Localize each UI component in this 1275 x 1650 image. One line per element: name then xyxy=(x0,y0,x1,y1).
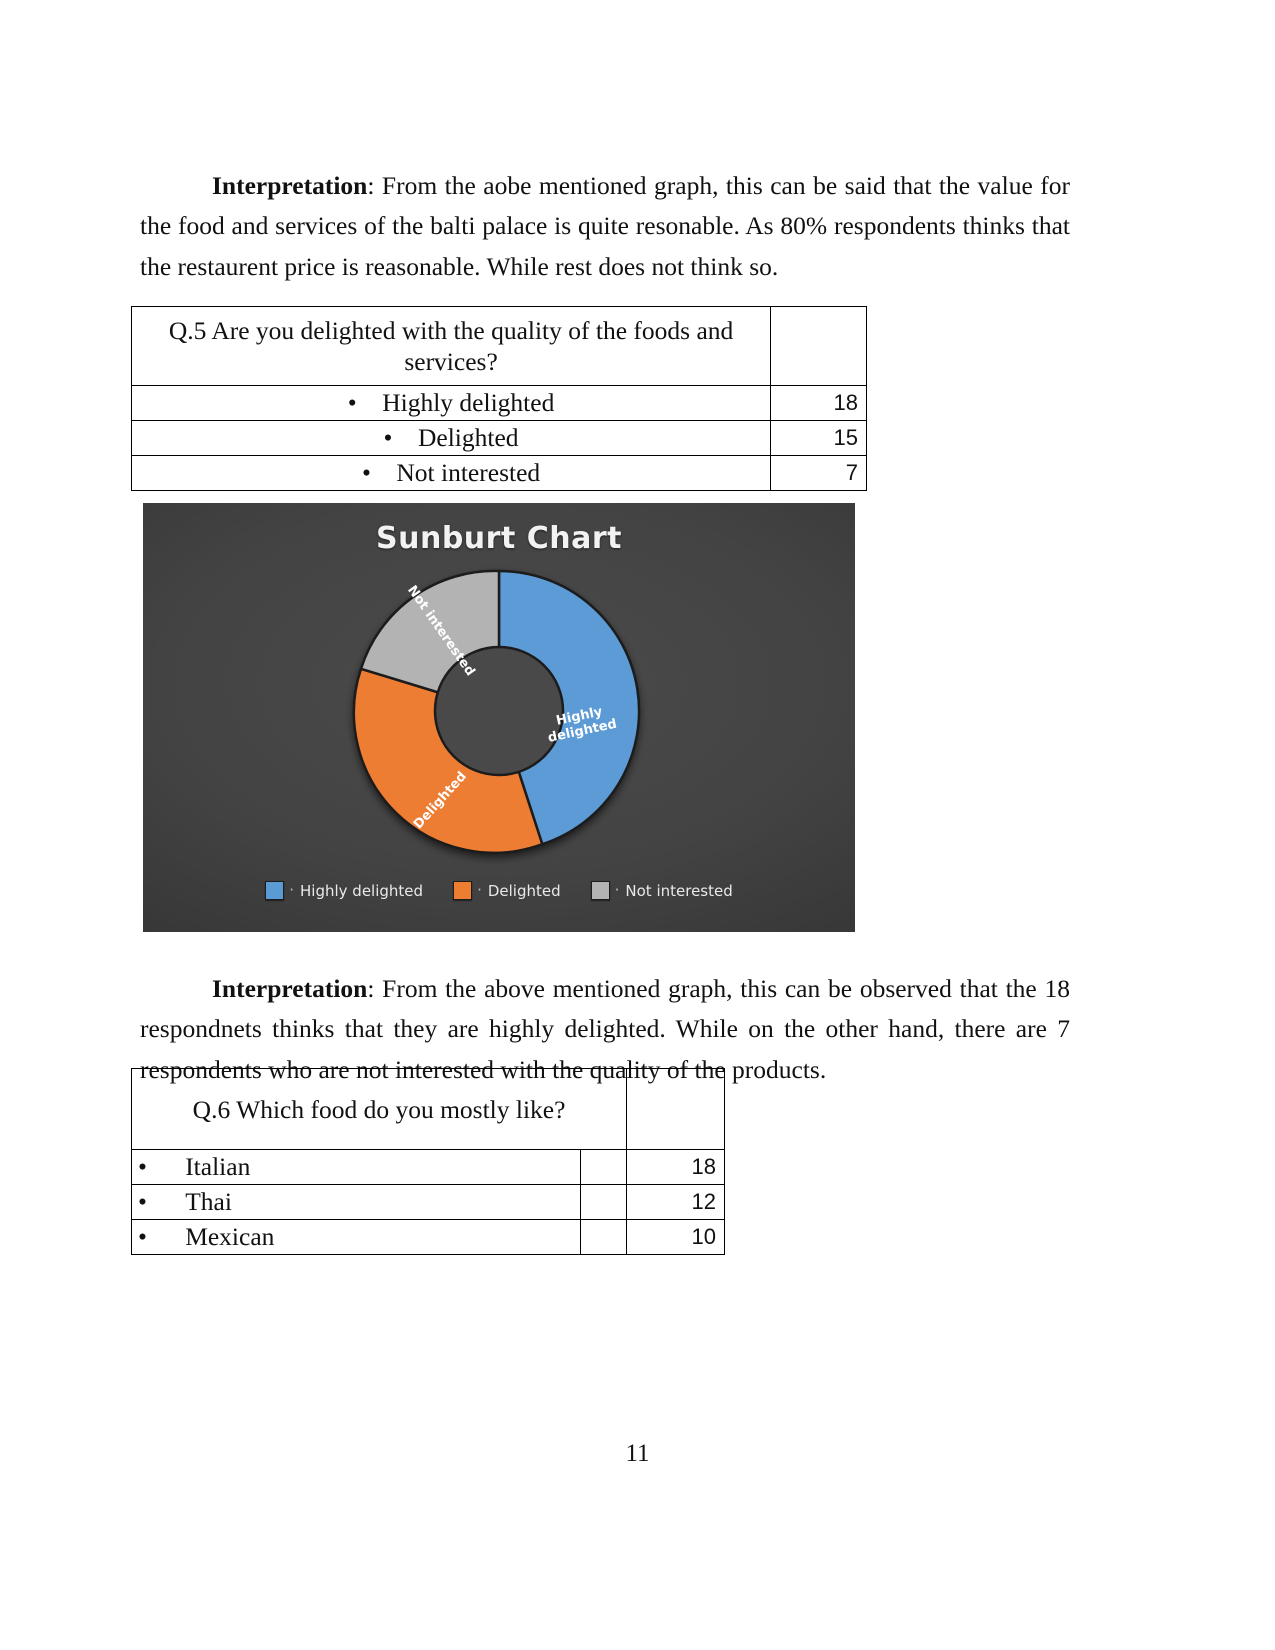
legend-marker-0: · xyxy=(289,881,295,899)
bullet-icon: • xyxy=(138,1187,147,1216)
q6-option-label-1: Thai xyxy=(185,1187,232,1216)
legend-marker-2: · xyxy=(614,881,620,899)
legend-swatch-icon-delighted xyxy=(453,881,473,900)
q5-option-label-2: Not interested xyxy=(396,458,541,487)
q6-option-cell-0: • Italian xyxy=(130,1149,582,1185)
legend-item-delighted[interactable]: · Delighted xyxy=(453,881,561,900)
legend-swatch-icon-not-interested xyxy=(590,881,610,900)
legend-swatch-icon-highly-delighted xyxy=(265,881,285,900)
table-row: • Not interested 7 xyxy=(130,455,867,491)
bullet-icon: • xyxy=(138,1222,147,1251)
donut-hole xyxy=(433,645,565,777)
legend-item-highly-delighted[interactable]: · Highly delighted xyxy=(265,881,423,900)
bullet-icon: • xyxy=(361,458,371,487)
q6-option-value-0: 18 xyxy=(626,1149,725,1185)
table-row-header: Q.5 Are you delighted with the quality o… xyxy=(130,306,867,386)
q6-header-value-cell xyxy=(626,1068,725,1150)
bullet-icon: • xyxy=(138,1152,147,1181)
q5-question-cell: Q.5 Are you delighted with the quality o… xyxy=(130,306,772,386)
table-row: • Highly delighted 18 xyxy=(130,385,867,421)
page-number: 11 xyxy=(625,1440,650,1467)
q6-option-cell-2: • Mexican xyxy=(130,1219,582,1255)
donut-chart: Highlydelighted Delighted Not interested xyxy=(343,555,655,867)
q6-option-value-1: 12 xyxy=(626,1184,725,1220)
sunburst-chart-figure: Sunburt Chart Highlydelighted Delighted … xyxy=(143,503,855,932)
q6-option-mid-1 xyxy=(580,1184,628,1220)
legend-marker-1: · xyxy=(477,881,482,899)
q6-question-cell: Q.6 Which food do you mostly like? xyxy=(130,1068,628,1150)
donut-chart-svg: Highlydelighted Delighted Not interested xyxy=(352,569,641,855)
q5-option-cell-1: • Delighted xyxy=(130,420,772,456)
interpretation-label-1: Interpretation xyxy=(212,170,368,200)
q6-option-mid-2 xyxy=(580,1219,628,1255)
q5-option-value-0: 18 xyxy=(770,385,867,421)
legend-label-delighted: Delighted xyxy=(487,881,561,900)
interpretation-label-2: Interpretation xyxy=(212,973,368,1003)
q5-header-value-cell xyxy=(770,306,867,386)
q6-option-label-2: Mexican xyxy=(185,1222,275,1251)
table-row: • Mexican 10 xyxy=(130,1219,725,1255)
legend-label-highly-delighted: Highly delighted xyxy=(300,881,424,900)
bullet-icon: • xyxy=(383,423,393,452)
table-q5: Q.5 Are you delighted with the quality o… xyxy=(130,306,867,491)
table-row-header: Q.6 Which food do you mostly like? xyxy=(130,1068,725,1150)
bullet-icon: • xyxy=(347,388,357,417)
q5-option-label-0: Highly delighted xyxy=(382,388,555,417)
q6-option-mid-0 xyxy=(580,1149,628,1185)
q5-option-cell-2: • Not interested xyxy=(130,455,772,491)
q5-option-value-2: 7 xyxy=(770,455,867,491)
q6-option-value-2: 10 xyxy=(626,1219,725,1255)
chart-legend: · Highly delighted · Delighted · Not int… xyxy=(143,881,855,900)
chart-title: Sunburt Chart xyxy=(376,521,622,556)
legend-item-not-interested[interactable]: · Not interested xyxy=(590,881,733,900)
q6-option-cell-1: • Thai xyxy=(130,1184,582,1220)
table-row: • Delighted 15 xyxy=(130,420,867,456)
table-row: • Thai 12 xyxy=(130,1184,725,1220)
legend-label-not-interested: Not interested xyxy=(625,881,733,900)
document-page: Interpretation: From the aobe mentioned … xyxy=(0,0,1275,1650)
table-q6: Q.6 Which food do you mostly like? • Ita… xyxy=(130,1068,725,1255)
q5-option-cell-0: • Highly delighted xyxy=(130,385,772,421)
interpretation-paragraph-1: Interpretation: From the aobe mentioned … xyxy=(140,166,1070,288)
table-row: • Italian 18 xyxy=(130,1149,725,1185)
q5-option-label-1: Delighted xyxy=(417,423,519,452)
q5-option-value-1: 15 xyxy=(770,420,867,456)
q6-option-label-0: Italian xyxy=(185,1152,251,1181)
